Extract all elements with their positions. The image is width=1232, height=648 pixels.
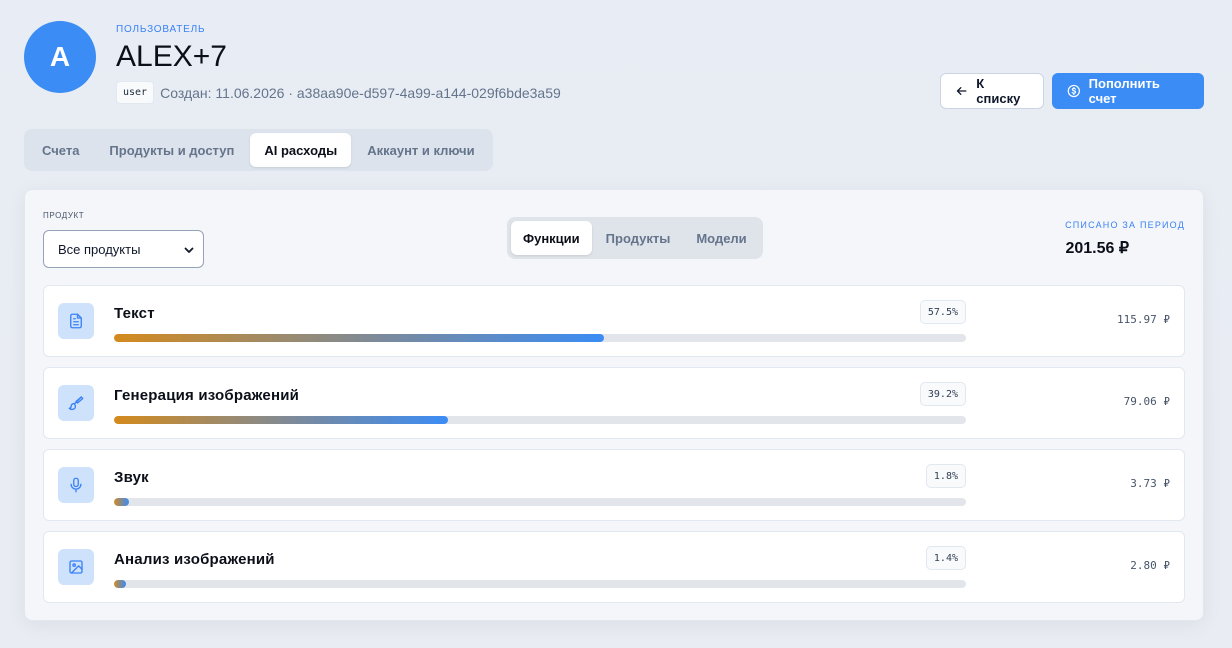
document-icon bbox=[58, 303, 94, 339]
progress-track bbox=[114, 334, 966, 342]
page-title: ALEX+7 bbox=[116, 40, 227, 73]
progress-track bbox=[114, 416, 966, 424]
user-info: ПОЛЬЗОВАТЕЛЬ ALEX+7 user Создан: 11.06.2… bbox=[116, 24, 561, 104]
progress-fill bbox=[114, 416, 448, 424]
tab-accounts[interactable]: Счета bbox=[28, 133, 93, 167]
list-item: Текст 57.5% 115.97 ₽ bbox=[43, 285, 1185, 357]
expense-list: Текст 57.5% 115.97 ₽ Генерация изображен… bbox=[43, 285, 1185, 613]
header-actions: К списку Пополнить счет bbox=[940, 73, 1204, 109]
product-select[interactable]: Все продукты bbox=[43, 230, 204, 268]
segment-functions[interactable]: Функции bbox=[511, 221, 592, 255]
coin-icon bbox=[1067, 84, 1080, 98]
item-title: Текст bbox=[114, 305, 155, 322]
percent-badge: 39.2% bbox=[919, 382, 966, 406]
product-select-value: Все продукты bbox=[58, 241, 141, 257]
progress-fill bbox=[114, 498, 130, 506]
topup-button-label: Пополнить счет bbox=[1088, 76, 1160, 106]
percent-badge: 1.8% bbox=[925, 464, 966, 488]
segment-products[interactable]: Продукты bbox=[594, 221, 683, 255]
arrow-left-icon bbox=[956, 87, 967, 95]
avatar: A bbox=[24, 21, 96, 93]
user-meta: user Создан: 11.06.2026 · a38aa90e-d597-… bbox=[116, 81, 561, 104]
back-button-label: К списку bbox=[976, 76, 1021, 106]
percent-badge: 57.5% bbox=[919, 300, 966, 324]
user-kicker: ПОЛЬЗОВАТЕЛЬ bbox=[116, 24, 206, 35]
tab-ai-expenses[interactable]: AI расходы bbox=[250, 133, 352, 167]
tab-account-keys[interactable]: Аккаунт и ключи bbox=[353, 133, 488, 167]
back-to-list-button[interactable]: К списку bbox=[940, 73, 1044, 109]
main-tabs: Счета Продукты и доступ AI расходы Аккау… bbox=[24, 129, 493, 171]
tab-products-access[interactable]: Продукты и доступ bbox=[95, 133, 248, 167]
total-value: 201.56 ₽ bbox=[1065, 240, 1129, 257]
chevron-down-icon bbox=[184, 247, 194, 253]
product-filter-label: ПРОДУКТ bbox=[43, 211, 85, 220]
item-amount: 3.73 ₽ bbox=[1130, 477, 1170, 490]
microphone-icon bbox=[58, 467, 94, 503]
item-amount: 79.06 ₽ bbox=[1123, 395, 1170, 408]
created-info: Создан: 11.06.2026 · a38aa90e-d597-4a99-… bbox=[160, 84, 561, 101]
progress-track bbox=[114, 580, 966, 588]
progress-fill bbox=[114, 580, 126, 588]
item-amount: 2.80 ₽ bbox=[1130, 559, 1170, 572]
list-item: Звук 1.8% 3.73 ₽ bbox=[43, 449, 1185, 521]
brush-icon bbox=[58, 385, 94, 421]
item-title: Звук bbox=[114, 469, 149, 486]
total-label: СПИСАНО ЗА ПЕРИОД bbox=[1065, 220, 1185, 230]
role-badge: user bbox=[116, 81, 155, 104]
item-amount: 115.97 ₽ bbox=[1117, 313, 1170, 326]
item-title: Анализ изображений bbox=[114, 551, 275, 568]
ai-expenses-panel: ПРОДУКТ Все продукты Функции Продукты Мо… bbox=[24, 189, 1204, 621]
topup-button[interactable]: Пополнить счет bbox=[1052, 73, 1204, 109]
progress-track bbox=[114, 498, 966, 506]
item-title: Генерация изображений bbox=[114, 387, 300, 404]
grouping-switch: Функции Продукты Модели bbox=[507, 217, 763, 259]
image-icon bbox=[58, 549, 94, 585]
percent-badge: 1.4% bbox=[925, 546, 966, 570]
list-item: Генерация изображений 39.2% 79.06 ₽ bbox=[43, 367, 1185, 439]
list-item: Анализ изображений 1.4% 2.80 ₽ bbox=[43, 531, 1185, 603]
progress-fill bbox=[114, 334, 604, 342]
user-header: A ПОЛЬЗОВАТЕЛЬ ALEX+7 user Создан: 11.06… bbox=[24, 20, 1204, 110]
segment-models[interactable]: Модели bbox=[684, 221, 758, 255]
